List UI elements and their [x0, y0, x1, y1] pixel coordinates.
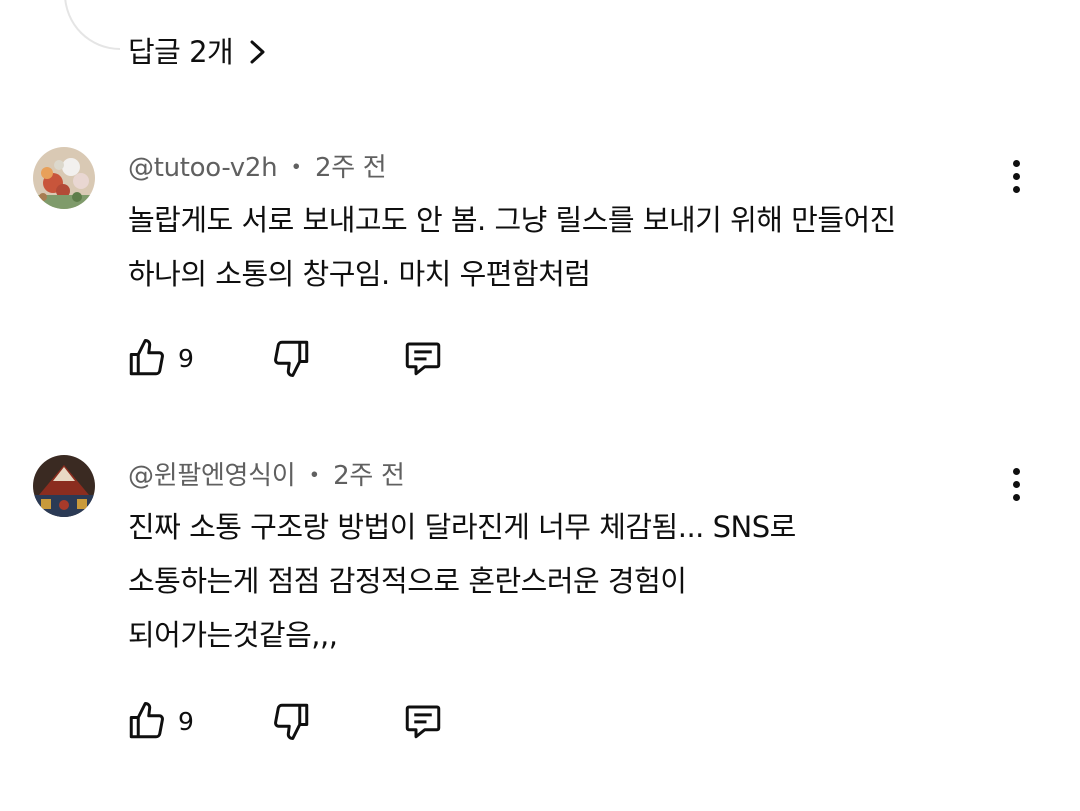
reply-button[interactable]	[402, 334, 444, 382]
author-name[interactable]: @tutoo-v2h	[128, 153, 278, 183]
like-button[interactable]: 9	[126, 334, 194, 382]
avatar[interactable]	[33, 455, 95, 517]
view-replies-button[interactable]: 답글 2개	[128, 30, 269, 74]
comment-line: 소통하는게 점점 감정적으로 혼란스러운 경험이	[128, 564, 687, 598]
dislike-button[interactable]	[270, 334, 312, 382]
thumbs-down-icon	[274, 703, 309, 740]
thumbs-up-icon	[129, 702, 164, 739]
like-count: 9	[178, 706, 194, 736]
comment-timestamp[interactable]: 2주 전	[333, 461, 405, 491]
comment-text: 놀랍게도 서로 보내고도 안 봄. 그냥 릴스를 보내기 위해 만들어진 하나의…	[128, 193, 1028, 301]
meta-separator: ・	[283, 153, 309, 183]
comment-line: 하나의 소통의 창구임. 마치 우편함처럼	[128, 257, 591, 291]
thumbs-down-icon	[274, 340, 309, 377]
reply-button[interactable]	[402, 697, 444, 745]
more-vertical-icon	[1012, 467, 1020, 475]
thumbs-up-icon	[129, 339, 164, 376]
comment-timestamp[interactable]: 2주 전	[315, 153, 387, 183]
comment-icon	[405, 705, 441, 739]
comment-line: 진짜 소통 구조랑 방법이 달라진게 너무 체감됨... SNS로	[128, 510, 796, 544]
like-button[interactable]: 9	[126, 697, 194, 745]
avatar[interactable]	[33, 147, 95, 209]
comment-menu-button[interactable]	[1000, 154, 1032, 198]
dislike-button[interactable]	[270, 697, 312, 745]
more-vertical-icon	[1012, 159, 1020, 167]
comment-text: 진짜 소통 구조랑 방법이 달라진게 너무 체감됨... SNS로 소통하는게 …	[128, 500, 1028, 662]
comment-meta: @tutoo-v2h ・ 2주 전	[128, 150, 387, 186]
thread-connector-line	[64, 0, 120, 50]
comment-meta: @윈팔엔영식이 ・ 2주 전	[128, 458, 405, 494]
like-count: 9	[178, 343, 194, 373]
chevron-right-icon	[250, 40, 265, 64]
author-name[interactable]: @윈팔엔영식이	[128, 461, 296, 491]
comment-line: 되어가는것같음,,,	[128, 618, 338, 652]
comment-line: 놀랍게도 서로 보내고도 안 봄. 그냥 릴스를 보내기 위해 만들어진	[128, 203, 896, 237]
comment-actions: 9	[126, 697, 486, 745]
comment-actions: 9	[126, 334, 486, 382]
meta-separator: ・	[301, 461, 328, 491]
replies-count-label: 답글 2개	[128, 35, 234, 69]
comment-icon	[405, 342, 441, 376]
